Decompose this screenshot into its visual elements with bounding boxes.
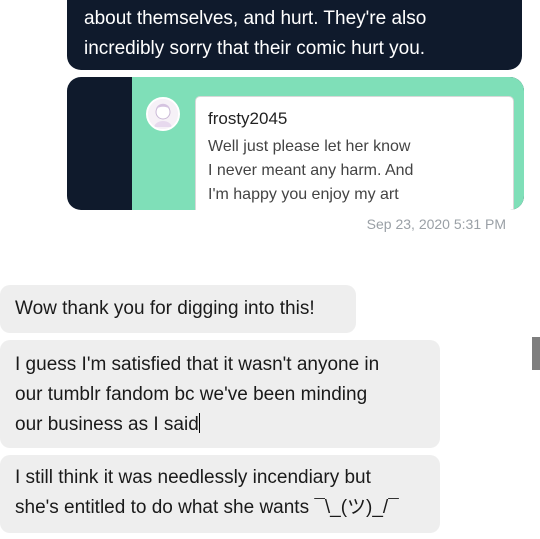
received-message-line: I guess I'm satisfied that it wasn't any… xyxy=(15,354,380,375)
embedded-post-bubble[interactable]: frosty2045 Well just please let her know… xyxy=(67,77,524,210)
embedded-post-text: Well just please let her know I never me… xyxy=(208,135,413,207)
embedded-post-username[interactable]: frosty2045 xyxy=(208,109,287,129)
embedded-post-line: I never meant any harm. And xyxy=(208,162,414,179)
received-message-line: our business as I said xyxy=(15,410,440,440)
text-cursor xyxy=(198,413,200,433)
received-message-bubble: I still think it was needlessly incendia… xyxy=(0,455,440,533)
embedded-post-line: I'm happy you enjoy my art xyxy=(208,186,399,203)
avatar[interactable] xyxy=(146,97,180,131)
received-message-line: Wow thank you for digging into this! xyxy=(15,298,315,319)
sent-message-line: about themselves, and hurt. They're also xyxy=(84,8,427,29)
received-message-line: I still think it was needlessly incendia… xyxy=(15,467,371,488)
page-scrollbar-thumb[interactable] xyxy=(532,337,540,370)
sent-message-bubble: about themselves, and hurt. They're also… xyxy=(67,0,522,70)
embedded-post-card[interactable]: frosty2045 Well just please let her know… xyxy=(195,96,514,210)
received-message-line: she's entitled to do what she wants ¯\_(… xyxy=(15,497,399,518)
avatar-icon xyxy=(148,99,178,129)
message-timestamp: Sep 23, 2020 5:31 PM xyxy=(366,216,506,232)
received-message-line: our tumblr fandom bc we've been minding xyxy=(15,384,368,405)
received-message-bubble: I guess I'm satisfied that it wasn't any… xyxy=(0,340,440,448)
embedded-post-line: Well just please let her know xyxy=(208,138,411,155)
received-message-bubble: Wow thank you for digging into this! xyxy=(0,285,356,333)
sent-message-line: incredibly sorry that their comic hurt y… xyxy=(84,38,426,59)
received-message-text: our business as I said xyxy=(15,414,199,435)
